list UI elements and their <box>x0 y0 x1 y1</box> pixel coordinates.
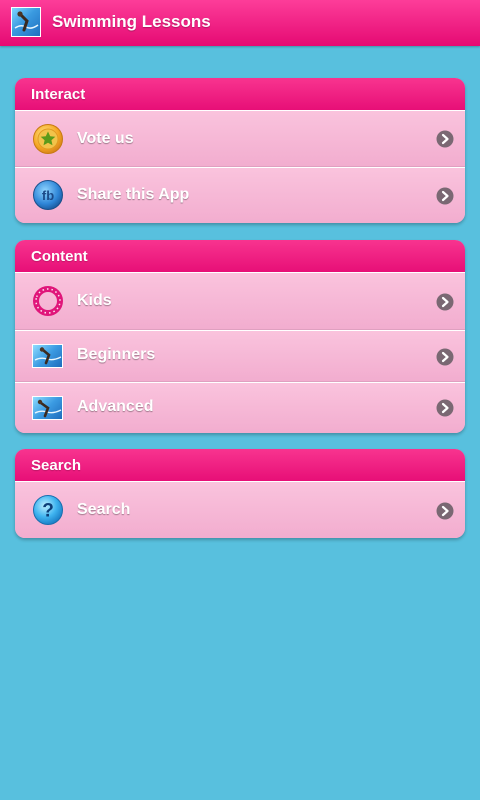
section-search: Search ? Search <box>15 449 465 538</box>
menu-item-label: Share this App <box>77 186 190 203</box>
question-icon: ? <box>33 495 63 525</box>
menu-item-label: Search <box>77 501 131 518</box>
chevron-right-icon <box>436 399 454 417</box>
swimmer-thumbnail-icon <box>11 7 41 37</box>
swimmer-thumbnail-icon <box>32 396 63 420</box>
menu-item-label: Beginners <box>77 346 156 363</box>
chevron-right-icon <box>436 293 454 311</box>
section-content: Content Kids Beginners Advanced <box>15 240 465 433</box>
chevron-right-icon <box>436 502 454 520</box>
section-header-content: Content <box>15 240 465 272</box>
svg-text:?: ? <box>42 501 54 522</box>
menu-item-kids[interactable]: Kids <box>15 272 465 330</box>
menu-item-label: Advanced <box>77 398 154 415</box>
section-header-interact: Interact <box>15 78 465 110</box>
menu-item-beginners[interactable]: Beginners <box>15 330 465 382</box>
chevron-right-icon <box>436 130 454 148</box>
ring-icon <box>33 286 63 316</box>
swimmer-thumbnail-icon <box>32 344 63 368</box>
menu-item-vote-us[interactable]: Vote us <box>15 110 465 167</box>
app-title: Swimming Lessons <box>52 12 211 31</box>
facebook-icon: fb <box>33 180 63 210</box>
section-interact: Interact Vote us fb Share this App <box>15 78 465 223</box>
chevron-right-icon <box>436 187 454 205</box>
svg-text:fb: fb <box>42 188 54 203</box>
chevron-right-icon <box>436 348 454 366</box>
menu-item-label: Kids <box>77 292 112 309</box>
top-bar: Swimming Lessons <box>0 0 480 46</box>
menu-item-search[interactable]: ? Search <box>15 481 465 538</box>
section-header-search: Search <box>15 449 465 481</box>
star-coin-icon <box>33 124 63 154</box>
menu-item-share-app[interactable]: fb Share this App <box>15 167 465 223</box>
menu-item-advanced[interactable]: Advanced <box>15 382 465 433</box>
menu-item-label: Vote us <box>77 130 134 147</box>
